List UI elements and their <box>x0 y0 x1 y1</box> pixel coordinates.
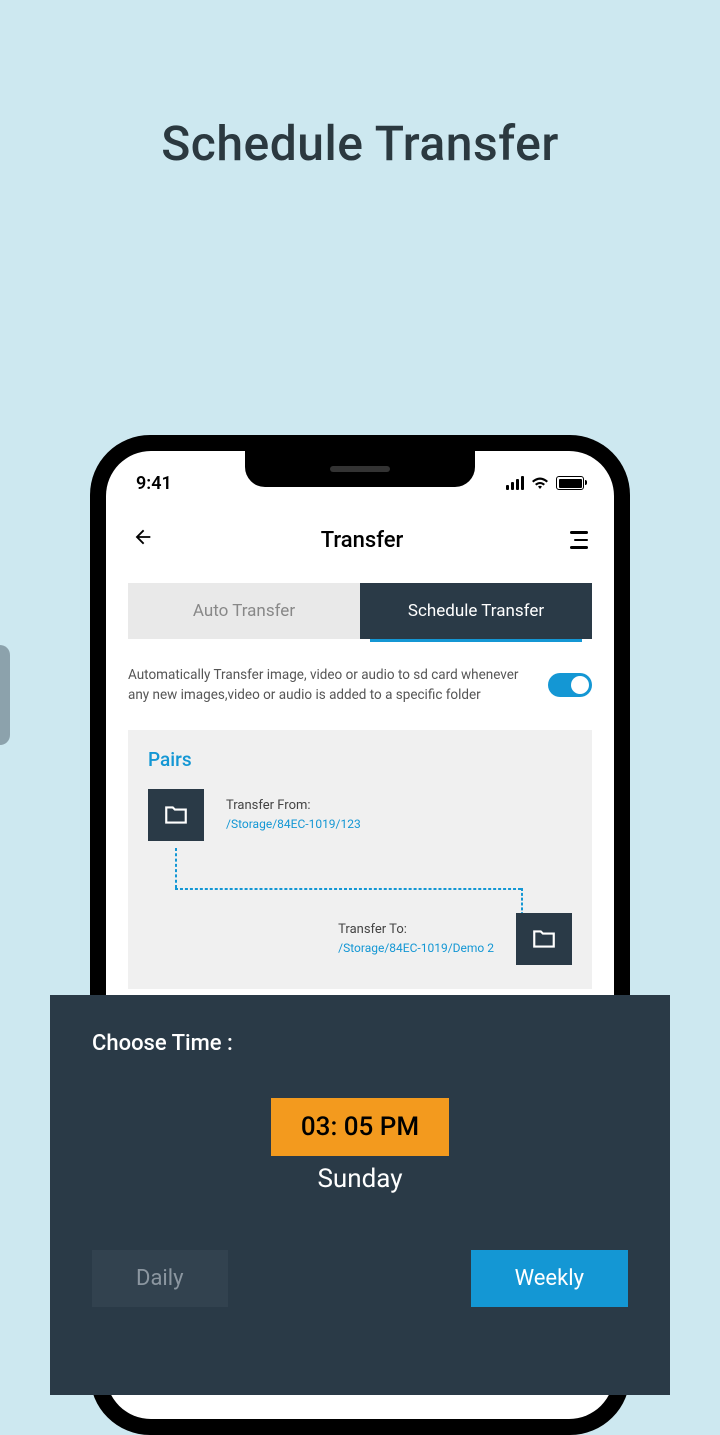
folder-to-icon[interactable] <box>516 913 572 965</box>
status-time: 9:41 <box>136 473 172 494</box>
description-row: Automatically Transfer image, video or a… <box>106 639 614 724</box>
battery-icon <box>556 476 584 490</box>
connector-line <box>175 848 177 888</box>
pairs-card: Pairs Transfer From: /Storage/84EC-1019/… <box>128 730 592 989</box>
transfer-from-label: Transfer From: <box>226 798 361 813</box>
wifi-icon <box>531 476 549 490</box>
status-icons <box>506 476 584 490</box>
weekly-button[interactable]: Weekly <box>471 1250 628 1307</box>
back-icon[interactable] <box>132 525 154 555</box>
time-picker-panel: Choose Time : 03: 05 PM Sunday Daily Wee… <box>50 995 670 1395</box>
transfer-to-row: Transfer To: /Storage/84EC-1019/Demo 2 <box>148 913 572 965</box>
tab-schedule-transfer[interactable]: Schedule Transfer <box>360 583 592 639</box>
description-text: Automatically Transfer image, video or a… <box>128 665 534 706</box>
connector-line <box>175 888 521 890</box>
transfer-from-path[interactable]: /Storage/84EC-1019/123 <box>226 817 361 831</box>
signal-icon <box>506 476 524 490</box>
enable-toggle[interactable] <box>548 673 592 697</box>
menu-icon[interactable] <box>570 531 588 549</box>
frequency-row: Daily Weekly <box>92 1250 628 1307</box>
speaker-icon <box>330 466 390 472</box>
day-label: Sunday <box>92 1164 628 1194</box>
transfer-to-label: Transfer To: <box>338 922 494 937</box>
tabs: Auto Transfer Schedule Transfer <box>128 583 592 639</box>
transfer-from-row: Transfer From: /Storage/84EC-1019/123 <box>148 789 572 841</box>
time-value[interactable]: 03: 05 PM <box>271 1098 449 1156</box>
folder-from-icon[interactable] <box>148 789 204 841</box>
page-title: Schedule Transfer <box>0 115 720 172</box>
header-title: Transfer <box>321 528 404 553</box>
app-header: Transfer <box>106 501 614 575</box>
daily-button[interactable]: Daily <box>92 1250 228 1307</box>
pairs-title: Pairs <box>148 748 572 771</box>
transfer-to-path[interactable]: /Storage/84EC-1019/Demo 2 <box>338 941 494 955</box>
decorative-shadow <box>0 645 10 745</box>
phone-notch <box>245 451 475 487</box>
tab-auto-transfer[interactable]: Auto Transfer <box>128 583 360 639</box>
choose-time-label: Choose Time : <box>92 1031 628 1056</box>
